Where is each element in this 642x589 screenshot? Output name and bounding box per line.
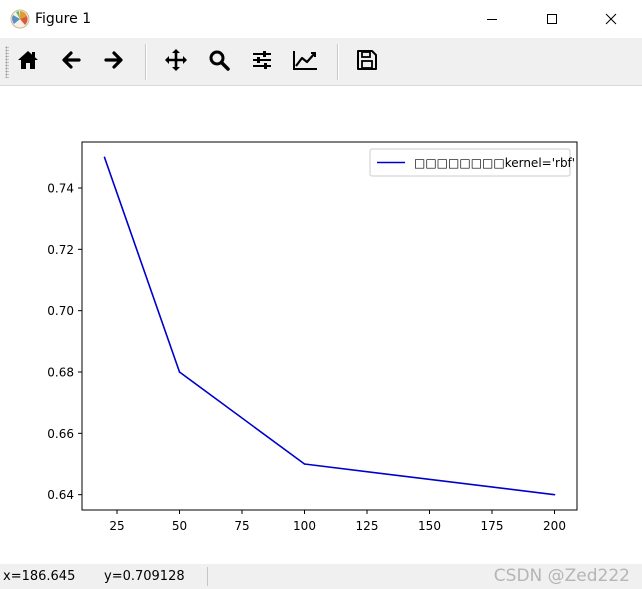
y-tick-label: 0.74 bbox=[47, 182, 74, 196]
x-tick-label: 200 bbox=[543, 519, 566, 533]
legend-label: □□□□□□□□kernel='rbf' bbox=[414, 156, 575, 170]
arrow-left-icon bbox=[60, 49, 82, 75]
edit-axes-button[interactable] bbox=[287, 44, 323, 80]
figure-window: Figure 1 25 50 75 100 125 150 175 200 0.… bbox=[0, 0, 642, 589]
floppy-disk-icon bbox=[356, 49, 378, 75]
y-coordinate-readout: y=0.709128 bbox=[104, 569, 185, 584]
x-tick-label: 125 bbox=[356, 519, 379, 533]
x-tick-label: 25 bbox=[109, 519, 124, 533]
status-separator bbox=[207, 567, 208, 586]
subplots-button[interactable] bbox=[244, 44, 280, 80]
magnifier-icon bbox=[208, 49, 230, 75]
figure-canvas[interactable]: 25 50 75 100 125 150 175 200 0.64 0.66 0.68 0.70 0.… bbox=[0, 86, 642, 564]
title-bar: Figure 1 bbox=[0, 0, 642, 38]
watermark: CSDN @Zed222 bbox=[493, 566, 630, 586]
y-tick-label: 0.64 bbox=[47, 488, 74, 502]
data-point bbox=[103, 156, 106, 159]
x-tick-label: 75 bbox=[234, 519, 249, 533]
line-chart[interactable]: 25 50 75 100 125 150 175 200 0.64 0.66 0.68 0.70 0.… bbox=[0, 86, 642, 564]
maximize-icon bbox=[546, 13, 558, 25]
toolbar-separator bbox=[145, 44, 147, 80]
arrow-right-icon bbox=[103, 49, 125, 75]
navigation-toolbar bbox=[0, 38, 642, 86]
zoom-button[interactable] bbox=[201, 44, 237, 80]
y-tick-label: 0.70 bbox=[47, 304, 74, 318]
x-tick-label: 150 bbox=[418, 519, 441, 533]
series-line bbox=[103, 157, 555, 496]
data-point bbox=[178, 371, 181, 373]
data-point bbox=[553, 493, 556, 496]
move-icon bbox=[164, 48, 188, 76]
x-tick-label: 50 bbox=[172, 519, 187, 533]
toolbar-grip[interactable] bbox=[5, 46, 9, 78]
x-coordinate-readout: x=186.645 bbox=[3, 569, 76, 584]
legend: □□□□□□□□kernel='rbf' bbox=[369, 148, 575, 177]
y-tick-label: 0.72 bbox=[47, 243, 74, 257]
line-chart-icon bbox=[292, 49, 318, 75]
matplotlib-figure-icon[interactable] bbox=[10, 9, 30, 29]
status-bar: x=186.645 y=0.709128 CSDN @Zed222 bbox=[0, 564, 642, 589]
x-tick-label: 100 bbox=[293, 519, 316, 533]
save-button[interactable] bbox=[349, 44, 385, 80]
minimize-button[interactable] bbox=[469, 0, 515, 38]
forward-button[interactable] bbox=[96, 44, 132, 80]
close-button[interactable] bbox=[588, 0, 634, 38]
data-point bbox=[303, 463, 306, 465]
y-tick-label: 0.66 bbox=[47, 427, 74, 441]
back-button[interactable] bbox=[53, 44, 89, 80]
minimize-icon bbox=[486, 13, 498, 25]
home-icon bbox=[17, 49, 39, 75]
home-button[interactable] bbox=[10, 44, 46, 80]
close-icon bbox=[605, 13, 617, 25]
x-tick-label: 175 bbox=[481, 519, 504, 533]
y-tick-label: 0.68 bbox=[47, 366, 74, 380]
pan-button[interactable] bbox=[158, 44, 194, 80]
window-title: Figure 1 bbox=[35, 11, 92, 27]
maximize-button[interactable] bbox=[529, 0, 575, 38]
toolbar-separator bbox=[337, 44, 339, 80]
sliders-icon bbox=[251, 49, 273, 75]
axes-frame bbox=[81, 141, 578, 511]
